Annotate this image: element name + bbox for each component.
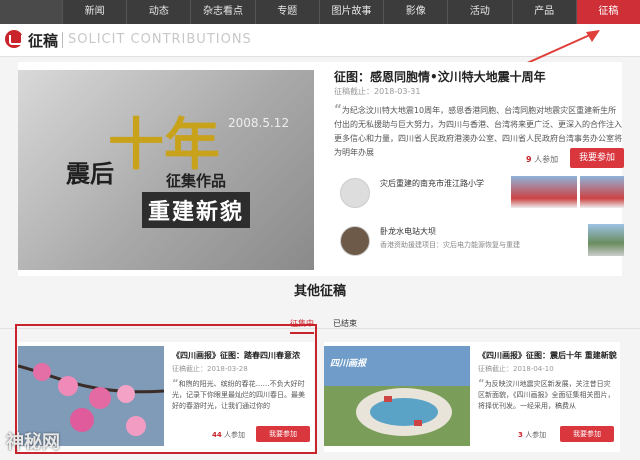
featured-title[interactable]: 征图：感恩同胞情•汶川特大地震十周年 — [334, 68, 546, 85]
featured-contribution: 十年 震后 2008.5.12 征集作品 重建新貌 征图：感恩同胞情•汶川特大地… — [18, 62, 624, 276]
contribution-card[interactable]: 四川画报 《四川画报》征图：震后十年 重建新貌 征稿截止：2018-04-10 … — [324, 342, 620, 452]
featured-entry[interactable]: 灾后重建的南充市淮江路小学 — [334, 172, 624, 216]
entry-thumbnail[interactable] — [511, 176, 577, 208]
card-count-number: 3 — [518, 431, 523, 439]
card-image-logo: 四川画报 — [330, 359, 367, 369]
annotation-highlight-box — [15, 324, 317, 454]
featured-count-number: 9 — [526, 155, 532, 164]
card-description: “为反映汶川地震灾区新发展，关注昔日灾区新面貌，《四川画报》全面征集相关图片，将… — [478, 378, 616, 422]
avatar — [340, 178, 370, 208]
entry-thumbnails — [511, 176, 624, 208]
featured-count-suffix: 人参加 — [534, 155, 559, 164]
entry-thumbnail[interactable] — [588, 224, 624, 256]
other-contributions-heading: 其他征稿 — [293, 284, 346, 299]
avatar — [340, 226, 370, 256]
hero-big-text: 十年 — [108, 112, 220, 178]
card-participant-count: 3 人参加 — [518, 430, 546, 440]
featured-hero-image[interactable]: 十年 震后 2008.5.12 征集作品 重建新貌 — [18, 70, 314, 270]
entry-title: 卧龙水电站大坝 — [380, 227, 436, 236]
featured-participant-count: 9 人参加 — [526, 154, 558, 165]
featured-deadline: 征稿截止：2018-03-31 — [334, 87, 421, 96]
tab-ended[interactable]: 已结束 — [333, 318, 357, 329]
entry-title: 灾后重建的南充市淮江路小学 — [380, 179, 484, 188]
hero-date-stamp: 2008.5.12 — [228, 116, 290, 130]
entry-thumbnails — [588, 224, 624, 256]
hero-small-text: 震后 — [66, 159, 114, 188]
entry-thumbnail[interactable] — [580, 176, 624, 208]
card-join-button[interactable]: 我要参加 — [560, 426, 614, 442]
card-description-text: 为反映汶川地震灾区新发展，关注昔日灾区新面貌，《四川画报》全面征集相关图片，将择… — [478, 380, 615, 410]
quote-icon: “ — [334, 102, 342, 116]
hero-subtitle: 征集作品 — [166, 172, 227, 190]
watermark: 神秘网 — [6, 432, 60, 453]
quote-icon: “ — [478, 378, 485, 389]
featured-entry[interactable]: 卧龙水电站大坝 香港资助援建项目：灾后电力能源恢复与重建 — [334, 220, 624, 264]
featured-join-button[interactable]: 我要参加 — [570, 148, 624, 168]
hero-title: 重建新貌 — [142, 192, 251, 228]
entry-subtitle: 香港资助援建项目：灾后电力能源恢复与重建 — [380, 241, 520, 249]
card-count-suffix: 人参加 — [525, 431, 547, 439]
card-deadline: 征稿截止：2018-04-10 — [478, 365, 554, 373]
card-title[interactable]: 《四川画报》征图：震后十年 重建新貌 — [478, 350, 617, 361]
